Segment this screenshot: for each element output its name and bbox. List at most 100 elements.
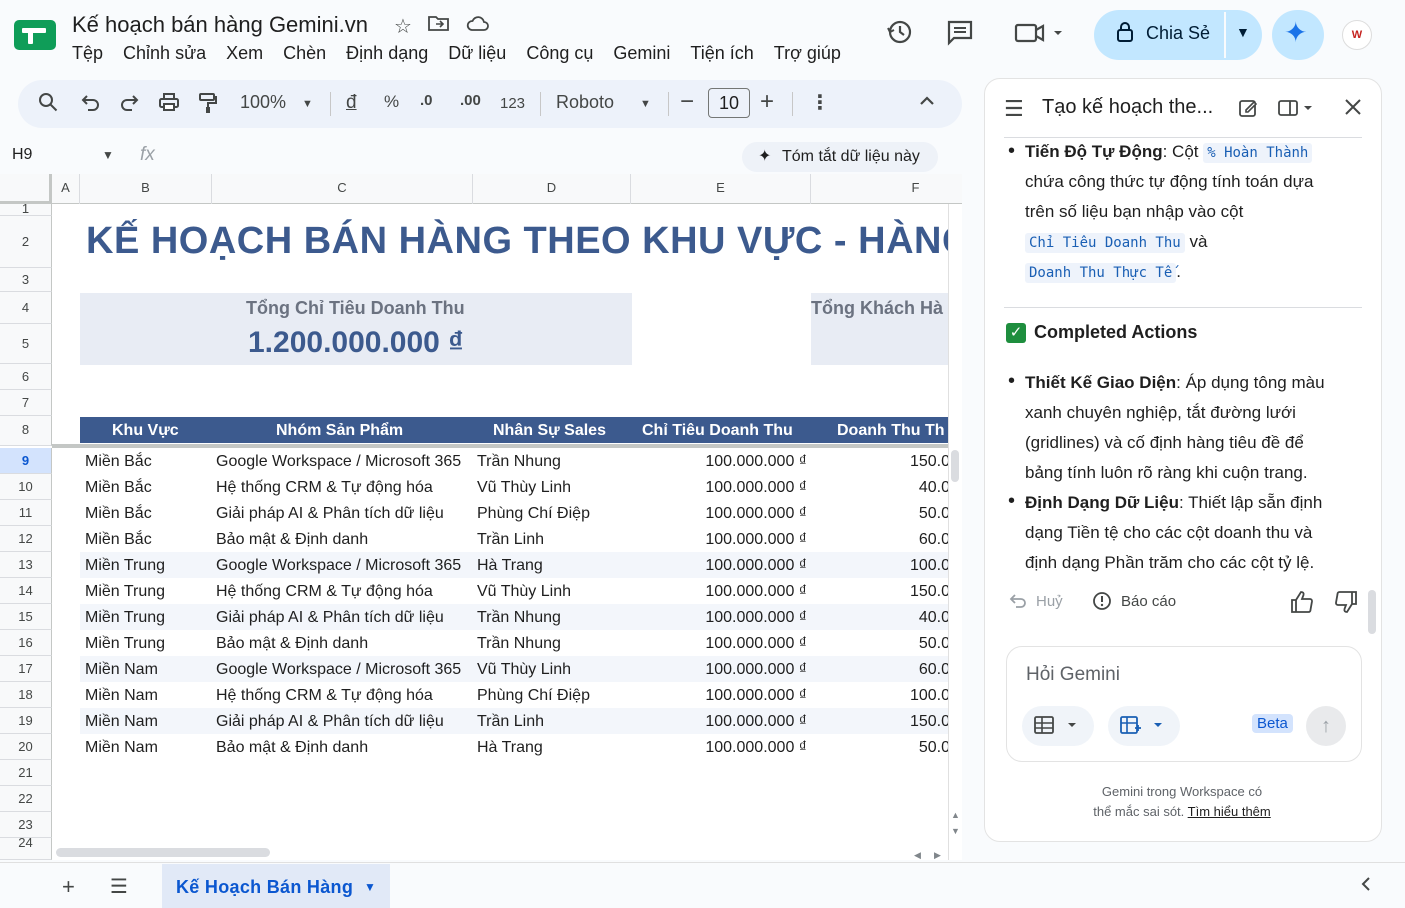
cell-actual[interactable]: 150.0 xyxy=(811,713,950,731)
header-actual-revenue[interactable]: Doanh Thu Th xyxy=(837,422,945,440)
column-header-b[interactable]: B xyxy=(80,174,212,204)
menu-file[interactable]: Tệp xyxy=(72,43,103,64)
scroll-left-icon[interactable]: ◀ xyxy=(914,850,921,860)
move-folder-icon[interactable] xyxy=(428,14,450,39)
row-header[interactable]: 12 xyxy=(0,526,52,552)
row-header[interactable]: 5 xyxy=(0,324,52,364)
send-arrow-up-icon[interactable]: ↑ xyxy=(1306,706,1346,746)
cell-actual[interactable]: 150.0 xyxy=(811,453,950,471)
cell-target[interactable]: 100.000.000 ₫ xyxy=(631,531,807,549)
paint-format-icon[interactable] xyxy=(198,92,218,120)
cell-region[interactable]: Miền Trung xyxy=(85,557,165,575)
more-formats-button[interactable]: 123 xyxy=(500,95,525,112)
menu-edit[interactable]: Chỉnh sửa xyxy=(123,43,206,64)
row-header[interactable]: 2 xyxy=(0,216,52,268)
cell-region[interactable]: Miền Trung xyxy=(85,609,165,627)
cell-product[interactable]: Giải pháp AI & Phân tích dữ liệu xyxy=(216,505,444,523)
cell-actual[interactable]: 50.0 xyxy=(811,739,950,757)
cell-product[interactable]: Bảo mật & Định danh xyxy=(216,531,368,549)
cell-target[interactable]: 100.000.000 ₫ xyxy=(631,661,807,679)
thumbs-up-icon[interactable] xyxy=(1290,590,1314,620)
menu-help[interactable]: Trợ giúp xyxy=(774,43,841,64)
horizontal-scrollbar-thumb[interactable] xyxy=(56,848,270,857)
avatar[interactable]: W xyxy=(1342,20,1372,50)
font-select[interactable]: Roboto xyxy=(556,92,614,113)
cell-sales[interactable]: Vũ Thùy Linh xyxy=(477,661,571,679)
cell-product[interactable]: Bảo mật & Định danh xyxy=(216,635,368,653)
cell-product[interactable]: Giải pháp AI & Phân tích dữ liệu xyxy=(216,713,444,731)
panel-scrollbar-thumb[interactable] xyxy=(1368,590,1376,634)
comments-icon[interactable] xyxy=(946,18,974,53)
spreadsheet-grid[interactable]: A B C D E F 1 2 3 4 5 6 7 8 9 10 11 12 1… xyxy=(0,174,962,860)
row-header[interactable]: 21 xyxy=(0,760,52,786)
cell-product[interactable]: Google Workspace / Microsoft 365 xyxy=(216,453,461,471)
cell-actual[interactable]: 100.0 xyxy=(811,557,950,575)
new-chat-edit-icon[interactable] xyxy=(1238,98,1258,124)
row-header[interactable]: 24 xyxy=(0,838,52,860)
row-header[interactable]: 18 xyxy=(0,682,52,708)
row-header[interactable]: 3 xyxy=(0,268,52,292)
cell-actual[interactable]: 40.0 xyxy=(811,479,950,497)
row-header[interactable]: 8 xyxy=(0,416,52,446)
cell-sales[interactable]: Vũ Thùy Linh xyxy=(477,583,571,601)
cell-region[interactable]: Miền Nam xyxy=(85,661,158,679)
ask-gemini-input[interactable]: Hỏi Gemini xyxy=(1026,664,1120,686)
cell-product[interactable]: Google Workspace / Microsoft 365 xyxy=(216,557,461,575)
row-header[interactable]: 23 xyxy=(0,812,52,838)
cell-sales[interactable]: Trần Nhung xyxy=(477,453,561,471)
zoom-select[interactable]: 100% xyxy=(240,92,286,113)
vertical-scrollbar[interactable] xyxy=(948,204,962,860)
row-header[interactable]: 6 xyxy=(0,364,52,390)
header-revenue-target[interactable]: Chỉ Tiêu Doanh Thu xyxy=(642,422,793,440)
name-box-chevron-down-icon[interactable]: ▼ xyxy=(102,148,114,162)
row-header[interactable]: 14 xyxy=(0,578,52,604)
frozen-row-divider[interactable] xyxy=(52,444,962,448)
row-header[interactable]: 19 xyxy=(0,708,52,734)
collapse-toolbar-chevron-up-icon[interactable] xyxy=(918,92,936,116)
cell-target[interactable]: 100.000.000 ₫ xyxy=(631,609,807,627)
sheet-tab-chevron-down-icon[interactable]: ▼ xyxy=(364,880,376,894)
cell-product[interactable]: Hệ thống CRM & Tự động hóa xyxy=(216,479,433,497)
cell-region[interactable]: Miền Bắc xyxy=(85,505,152,523)
cell-region[interactable]: Miền Bắc xyxy=(85,531,152,549)
vertical-scrollbar-thumb[interactable] xyxy=(951,450,959,482)
all-sheets-menu-icon[interactable]: ☰ xyxy=(110,874,128,899)
select-all-corner[interactable] xyxy=(0,174,52,204)
cell-sales[interactable]: Trần Nhung xyxy=(477,609,561,627)
cell-actual[interactable]: 50.0 xyxy=(811,635,950,653)
cell-target[interactable]: 100.000.000 ₫ xyxy=(631,453,807,471)
cell-product[interactable]: Hệ thống CRM & Tự động hóa xyxy=(216,583,433,601)
menu-tools[interactable]: Công cụ xyxy=(526,43,593,64)
cell-actual[interactable]: 50.0 xyxy=(811,505,950,523)
column-header-a[interactable]: A xyxy=(52,174,80,204)
cell-product[interactable]: Giải pháp AI & Phân tích dữ liệu xyxy=(216,609,444,627)
header-sales-staff[interactable]: Nhân Sự Sales xyxy=(493,422,606,440)
header-product-group[interactable]: Nhóm Sản Phẩm xyxy=(276,422,403,440)
currency-format-button[interactable]: đ xyxy=(346,92,357,114)
report-icon[interactable] xyxy=(1092,591,1112,615)
meet-icon[interactable] xyxy=(1014,18,1066,53)
menu-insert[interactable]: Chèn xyxy=(283,43,326,64)
cell-product[interactable]: Hệ thống CRM & Tự động hóa xyxy=(216,687,433,705)
row-header-active[interactable]: 9 xyxy=(0,448,52,474)
row-header[interactable]: 7 xyxy=(0,390,52,416)
undo-icon[interactable] xyxy=(80,92,100,118)
undo-button[interactable]: Huỷ xyxy=(1036,593,1063,610)
column-header-c[interactable]: C xyxy=(212,174,473,204)
report-button[interactable]: Báo cáo xyxy=(1121,593,1176,610)
font-chevron-down-icon[interactable]: ▼ xyxy=(640,98,651,110)
row-header[interactable]: 10 xyxy=(0,474,52,500)
cell-sales[interactable]: Hà Trang xyxy=(477,739,543,757)
cell-sales[interactable]: Hà Trang xyxy=(477,557,543,575)
thumbs-down-icon[interactable] xyxy=(1334,590,1358,620)
cell-sales[interactable]: Vũ Thùy Linh xyxy=(477,479,571,497)
cell-actual[interactable]: 100.0 xyxy=(811,687,950,705)
row-header[interactable]: 20 xyxy=(0,734,52,760)
scroll-up-icon[interactable]: ▲ xyxy=(951,810,960,820)
cell-actual[interactable]: 60.0 xyxy=(811,531,950,549)
cell-target[interactable]: 100.000.000 ₫ xyxy=(631,557,807,575)
panel-layout-icon[interactable] xyxy=(1278,98,1318,124)
cell-sales[interactable]: Phùng Chí Điệp xyxy=(477,505,590,523)
column-header-e[interactable]: E xyxy=(631,174,811,204)
cell-sales[interactable]: Phùng Chí Điệp xyxy=(477,687,590,705)
